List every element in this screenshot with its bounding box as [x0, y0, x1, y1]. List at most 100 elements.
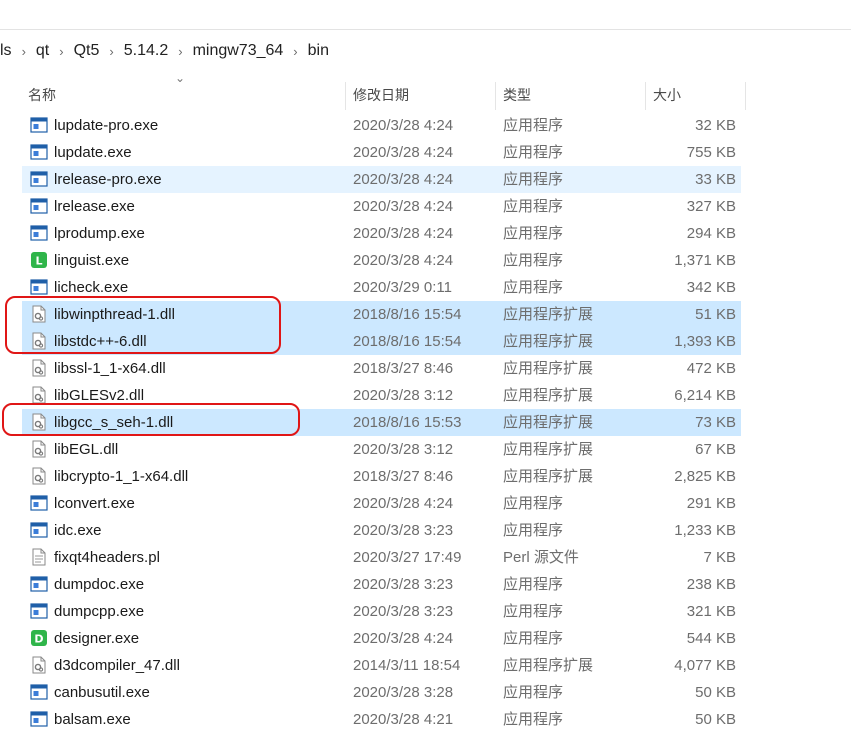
file-row[interactable]: lrelease-pro.exe 2020/3/28 4:24 应用程序 33 KB [22, 166, 741, 193]
file-name: d3dcompiler_47.dll [54, 657, 180, 674]
svg-text:D: D [34, 633, 43, 646]
column-header-size[interactable]: 大小 [647, 82, 746, 110]
file-row[interactable]: lrelease.exe 2020/3/28 4:24 应用程序 327 KB [22, 193, 741, 220]
file-size: 1,393 KB [674, 333, 736, 350]
breadcrumb-item-qt[interactable]: qt [30, 42, 55, 60]
file-type: 应用程序 [503, 144, 564, 161]
file-date: 2020/3/28 4:24 [353, 495, 454, 512]
file-type: 应用程序 [503, 198, 564, 215]
app-window-icon [30, 197, 48, 215]
file-date: 2020/3/28 4:24 [353, 117, 454, 134]
file-size: 1,233 KB [674, 522, 736, 539]
file-row[interactable]: lconvert.exe 2020/3/28 4:24 应用程序 291 KB [22, 490, 741, 517]
file-name: libEGL.dll [54, 441, 119, 458]
window-top-strip [0, 0, 851, 30]
column-header-date[interactable]: 修改日期 [347, 82, 496, 110]
annotation-highlight-box [5, 296, 281, 354]
dll-gear-icon [30, 359, 48, 377]
app-window-icon [30, 278, 48, 296]
file-date: 2020/3/28 4:21 [353, 711, 454, 728]
file-date: 2020/3/28 4:24 [353, 630, 454, 647]
breadcrumb-item-ls[interactable]: ls [0, 42, 18, 60]
file-size: 32 KB [695, 117, 736, 134]
svg-text:L: L [35, 255, 42, 268]
dll-gear-icon [30, 440, 48, 458]
app-window-icon [30, 602, 48, 620]
file-date: 2020/3/28 4:24 [353, 252, 454, 269]
file-type: Perl 源文件 [503, 549, 579, 566]
file-row[interactable]: dumpdoc.exe 2020/3/28 3:23 应用程序 238 KB [22, 571, 741, 598]
file-row[interactable]: d3dcompiler_47.dll 2014/3/11 18:54 应用程序扩展 4… [22, 652, 741, 679]
chevron-right-icon[interactable]: › [289, 44, 301, 59]
file-row[interactable]: lupdate-pro.exe 2020/3/28 4:24 应用程序 32 KB [22, 112, 741, 139]
file-type: 应用程序 [503, 603, 564, 620]
file-date: 2020/3/28 4:24 [353, 171, 454, 188]
app-window-icon [30, 575, 48, 593]
designer-app-icon: D [30, 629, 48, 647]
file-name: lconvert.exe [54, 495, 135, 512]
file-name: linguist.exe [54, 252, 130, 269]
file-size: 4,077 KB [674, 657, 736, 674]
file-size: 50 KB [695, 684, 736, 701]
file-row[interactable]: fixqt4headers.pl 2020/3/27 17:49 Perl 源文件 7… [22, 544, 741, 571]
file-name: dumpdoc.exe [54, 576, 145, 593]
file-size: 472 KB [686, 360, 736, 377]
file-date: 2020/3/28 3:23 [353, 522, 454, 539]
chevron-right-icon[interactable]: › [174, 44, 186, 59]
file-date: 2018/3/27 8:46 [353, 360, 454, 377]
file-row[interactable]: libcrypto-1_1-x64.dll 2018/3/27 8:46 应用程序扩… [22, 463, 741, 490]
file-date: 2020/3/27 17:49 [353, 549, 462, 566]
file-name: balsam.exe [54, 711, 131, 728]
file-size: 291 KB [686, 495, 736, 512]
chevron-right-icon[interactable]: › [18, 44, 30, 59]
file-row[interactable]: libssl-1_1-x64.dll 2018/3/27 8:46 应用程序扩展 47… [22, 355, 741, 382]
linguist-app-icon: L [30, 251, 48, 269]
file-row[interactable]: balsam.exe 2020/3/28 4:21 应用程序 50 KB [22, 706, 741, 733]
file-date: 2020/3/28 4:24 [353, 198, 454, 215]
file-size: 6,214 KB [674, 387, 736, 404]
file-type: 应用程序扩展 [503, 333, 594, 350]
file-type: 应用程序 [503, 684, 564, 701]
file-row[interactable]: lprodump.exe 2020/3/28 4:24 应用程序 294 KB [22, 220, 741, 247]
chevron-right-icon[interactable]: › [55, 44, 67, 59]
file-type: 应用程序扩展 [503, 387, 594, 404]
file-row[interactable]: Llinguist.exe 2020/3/28 4:24 应用程序 1,371 KB [22, 247, 741, 274]
file-row[interactable]: Ddesigner.exe 2020/3/28 4:24 应用程序 544 KB [22, 625, 741, 652]
column-header-name[interactable]: 名称 [22, 82, 346, 110]
text-file-icon [30, 548, 48, 566]
file-size: 294 KB [686, 225, 736, 242]
file-date: 2020/3/28 3:12 [353, 387, 454, 404]
file-row[interactable]: dumpcpp.exe 2020/3/28 3:23 应用程序 321 KB [22, 598, 741, 625]
file-row[interactable]: lupdate.exe 2020/3/28 4:24 应用程序 755 KB [22, 139, 741, 166]
file-type: 应用程序 [503, 225, 564, 242]
breadcrumb-item-bin[interactable]: bin [302, 42, 335, 60]
breadcrumb-item-qt5[interactable]: Qt5 [68, 42, 106, 60]
file-type: 应用程序 [503, 630, 564, 647]
file-row[interactable]: idc.exe 2020/3/28 3:23 应用程序 1,233 KB [22, 517, 741, 544]
file-name: idc.exe [54, 522, 102, 539]
file-type: 应用程序扩展 [503, 360, 594, 377]
file-size: 544 KB [686, 630, 736, 647]
dll-gear-icon [30, 386, 48, 404]
app-window-icon [30, 170, 48, 188]
breadcrumb-item-version[interactable]: 5.14.2 [118, 42, 174, 60]
file-row[interactable]: canbusutil.exe 2020/3/28 3:28 应用程序 50 KB [22, 679, 741, 706]
file-type: 应用程序 [503, 279, 564, 296]
file-name: libcrypto-1_1-x64.dll [54, 468, 189, 485]
file-name: libssl-1_1-x64.dll [54, 360, 166, 377]
file-date: 2020/3/29 0:11 [353, 279, 452, 296]
file-name: canbusutil.exe [54, 684, 150, 701]
file-name: lupdate-pro.exe [54, 117, 159, 134]
column-header-type[interactable]: 类型 [497, 82, 646, 110]
breadcrumb-item-mingw[interactable]: mingw73_64 [187, 42, 290, 60]
chevron-right-icon[interactable]: › [105, 44, 117, 59]
address-bar[interactable]: ls › qt › Qt5 › 5.14.2 › mingw73_64 › bi… [0, 30, 851, 72]
file-name: lprodump.exe [54, 225, 145, 242]
file-date: 2020/3/28 3:23 [353, 576, 454, 593]
file-date: 2020/3/28 3:23 [353, 603, 454, 620]
file-name: lupdate.exe [54, 144, 132, 161]
file-date: 2018/8/16 15:54 [353, 333, 462, 350]
file-name: lrelease-pro.exe [54, 171, 162, 188]
file-row[interactable]: libEGL.dll 2020/3/28 3:12 应用程序扩展 67 KB [22, 436, 741, 463]
file-type: 应用程序 [503, 252, 564, 269]
